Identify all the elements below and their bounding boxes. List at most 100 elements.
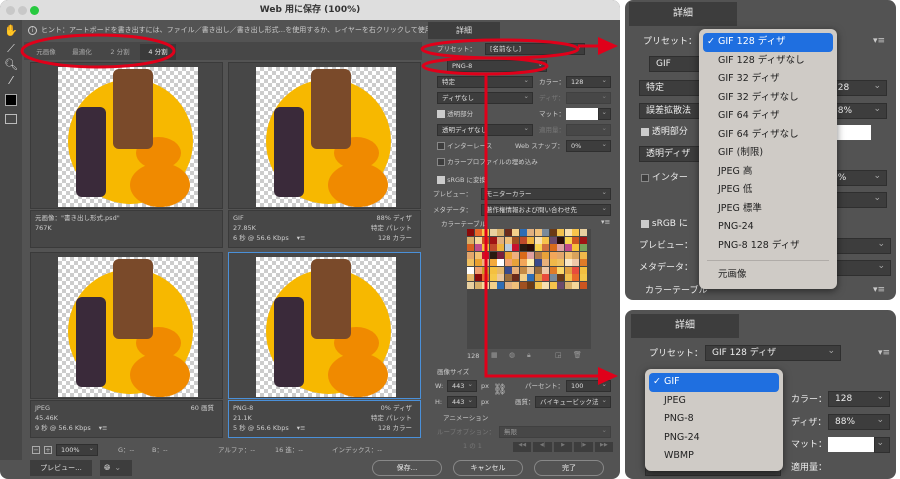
color-swatch[interactable]: [579, 281, 587, 289]
percent-field[interactable]: 100: [566, 379, 611, 392]
color-swatch[interactable]: [542, 266, 549, 274]
color-swatch[interactable]: [467, 266, 474, 274]
color-swatch[interactable]: [504, 251, 512, 259]
color-swatch[interactable]: [482, 274, 489, 281]
close-window-button[interactable]: [6, 6, 15, 15]
color-swatch[interactable]: [512, 251, 519, 259]
color-swatch[interactable]: [549, 236, 557, 244]
preview-button[interactable]: プレビュー...: [30, 460, 92, 476]
color-swatch[interactable]: [519, 266, 527, 274]
color-swatch[interactable]: [564, 244, 572, 251]
color-swatch[interactable]: [564, 259, 572, 266]
download-rate-menu-icon[interactable]: ▾≡: [99, 424, 108, 432]
transparency-checkbox[interactable]: 透明部分: [437, 108, 473, 120]
color-swatch[interactable]: [572, 229, 579, 236]
color-swatch[interactable]: [467, 274, 474, 281]
color-swatch[interactable]: [474, 244, 482, 251]
lock-color-icon[interactable]: 🔒︎: [527, 351, 531, 360]
matte-select[interactable]: [874, 436, 890, 453]
color-swatch[interactable]: [482, 229, 489, 236]
slice-select-tool-icon[interactable]: ⟋: [4, 42, 18, 56]
menu-item[interactable]: PNG-24: [699, 218, 837, 237]
color-swatch[interactable]: [527, 281, 534, 289]
color-swatch[interactable]: [534, 251, 542, 259]
color-swatch[interactable]: [482, 236, 489, 244]
menu-item[interactable]: GIF 32 ディザなし: [699, 89, 837, 108]
optimize-menu-icon[interactable]: ▾≡: [873, 36, 885, 46]
menu-item[interactable]: GIF 32 ディザ: [699, 70, 837, 89]
color-swatch[interactable]: [489, 266, 497, 274]
menu-item[interactable]: PNG-8 128 ディザ: [699, 237, 837, 256]
next-frame-button[interactable]: |▶: [574, 442, 593, 452]
done-button[interactable]: 完了: [534, 460, 604, 476]
color-swatch[interactable]: [579, 244, 587, 251]
color-swatch[interactable]: [549, 266, 557, 274]
height-field[interactable]: 443: [447, 395, 477, 408]
color-swatch[interactable]: [467, 251, 474, 259]
color-swatch[interactable]: [497, 251, 504, 259]
colors-select[interactable]: 128: [566, 75, 611, 88]
detail-tab[interactable]: 詳細: [428, 22, 500, 39]
color-swatch[interactable]: [579, 251, 587, 259]
color-swatch[interactable]: [572, 259, 579, 266]
transparency-dither-select[interactable]: 透明ディザなし: [437, 123, 533, 136]
color-swatch[interactable]: [564, 229, 572, 236]
color-swatch[interactable]: [579, 229, 587, 236]
color-swatch[interactable]: [489, 236, 497, 244]
color-swatch[interactable]: [497, 259, 504, 266]
color-swatch[interactable]: [497, 244, 504, 251]
new-color-icon[interactable]: ◲: [555, 351, 562, 359]
color-swatch[interactable]: [549, 274, 557, 281]
color-swatch[interactable]: [572, 266, 579, 274]
interlace-checkbox[interactable]: インター: [641, 170, 688, 186]
color-swatch[interactable]: [482, 259, 489, 266]
browser-preview-button[interactable]: 🌐︎ ⌄: [100, 460, 132, 476]
color-swatch[interactable]: [474, 266, 482, 274]
color-swatch[interactable]: [534, 266, 542, 274]
color-swatch[interactable]: [482, 266, 489, 274]
matte-color-swatch[interactable]: [828, 437, 874, 452]
interlace-checkbox[interactable]: インターレース: [437, 140, 492, 152]
color-swatch[interactable]: [474, 281, 482, 289]
color-swatch[interactable]: [534, 281, 542, 289]
color-swatch[interactable]: [467, 259, 474, 266]
menu-item[interactable]: GIF 128 ディザ: [703, 33, 833, 52]
color-swatch[interactable]: [497, 236, 504, 244]
preview-pane[interactable]: [30, 252, 223, 399]
color-swatch[interactable]: [474, 259, 482, 266]
color-swatch[interactable]: [527, 236, 534, 244]
color-swatch[interactable]: [557, 229, 564, 236]
preset-select[interactable]: GIF 128 ディザ: [705, 344, 841, 361]
color-swatch[interactable]: [557, 251, 564, 259]
matte-select[interactable]: [598, 107, 611, 120]
color-swatch[interactable]: [549, 244, 557, 251]
color-swatch[interactable]: [527, 266, 534, 274]
resample-select[interactable]: バイキュービック法: [535, 395, 611, 408]
color-swatch[interactable]: [519, 274, 527, 281]
matte-color-swatch[interactable]: [566, 108, 598, 120]
color-swatch[interactable]: [512, 274, 519, 281]
color-swatch[interactable]: [489, 259, 497, 266]
color-swatch[interactable]: [504, 229, 512, 236]
color-swatch[interactable]: [474, 236, 482, 244]
detail-tab[interactable]: 詳細: [629, 2, 737, 26]
color-swatch[interactable]: [474, 229, 482, 236]
preview-select[interactable]: モニターカラー: [481, 187, 611, 200]
optimize-menu-icon[interactable]: ▾≡: [878, 348, 890, 358]
color-swatch[interactable]: [564, 274, 572, 281]
color-swatch[interactable]: [497, 281, 504, 289]
web-shift-icon[interactable]: ◍: [509, 351, 515, 359]
menu-item[interactable]: WBMP: [645, 447, 783, 466]
minimize-window-button[interactable]: [18, 6, 27, 15]
transparency-checkbox[interactable]: 透明部分: [641, 124, 688, 140]
color-swatch[interactable]: [467, 236, 474, 244]
color-swatch[interactable]: [564, 266, 572, 274]
zoom-in-button[interactable]: +: [44, 446, 52, 454]
color-swatch[interactable]: [482, 244, 489, 251]
cancel-button[interactable]: キャンセル: [453, 460, 523, 476]
color-swatch[interactable]: [534, 236, 542, 244]
color-swatch[interactable]: [564, 281, 572, 289]
color-swatch[interactable]: [534, 244, 542, 251]
color-swatch[interactable]: [489, 244, 497, 251]
color-swatch[interactable]: [542, 244, 549, 251]
